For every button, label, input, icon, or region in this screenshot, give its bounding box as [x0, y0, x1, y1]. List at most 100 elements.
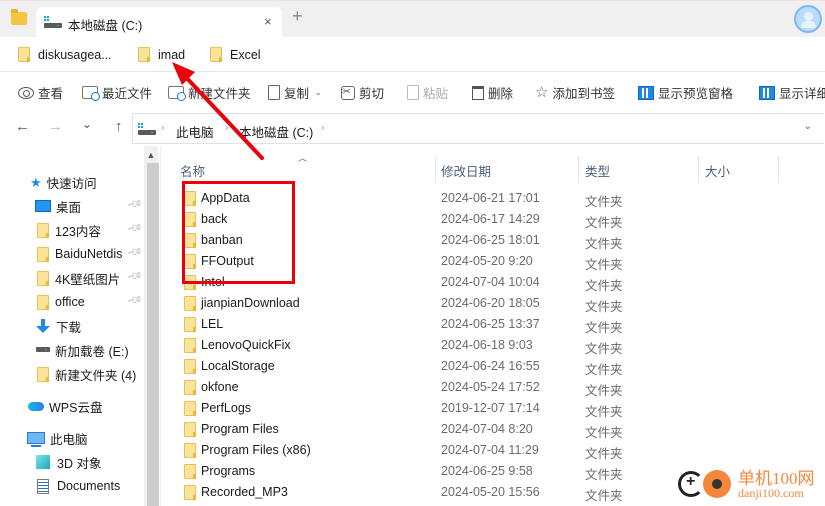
- sidebar-label: 桌面: [56, 200, 82, 215]
- user-avatar[interactable]: [794, 5, 822, 33]
- column-label: 名称: [180, 165, 206, 179]
- file-row[interactable]: Intel 2024-07-04 10:04 文件夹: [162, 272, 825, 293]
- folder-icon: [184, 443, 196, 458]
- file-row[interactable]: banban 2024-06-25 18:01 文件夹: [162, 230, 825, 251]
- details-pane-button[interactable]: 显示详细: [759, 83, 825, 102]
- sidebar-item-4k-wallpaper[interactable]: 4K壁纸图片 📌︎: [0, 267, 144, 289]
- sidebar-label: office: [55, 295, 85, 309]
- recent-files-button[interactable]: 最近文件: [82, 83, 152, 102]
- new-tab-button[interactable]: +: [292, 7, 303, 25]
- bookmark-diskusage[interactable]: diskusagea...: [18, 47, 112, 62]
- add-bookmark-label: 添加到书签: [552, 87, 615, 101]
- file-row[interactable]: back 2024-06-17 14:29 文件夹: [162, 209, 825, 230]
- delete-label: 删除: [488, 87, 514, 101]
- sidebar-scrollbar[interactable]: ▲: [144, 146, 159, 506]
- sidebar-item-drive-e[interactable]: 新加载卷 (E:): [0, 339, 144, 361]
- sidebar-label: WPS云盘: [49, 400, 103, 415]
- pin-icon[interactable]: 📌︎: [126, 292, 143, 308]
- file-row[interactable]: FFOutput 2024-05-20 9:20 文件夹: [162, 251, 825, 272]
- file-modified: 2024-06-20 18:05: [441, 296, 540, 310]
- address-bar[interactable]: › 此电脑 › 本地磁盘 (C:) › ⌄: [132, 113, 824, 144]
- file-type: 文件夹: [585, 405, 623, 419]
- column-header-type[interactable]: 类型: [579, 146, 698, 184]
- sidebar-item-documents[interactable]: Documents: [0, 475, 144, 497]
- file-row[interactable]: AppData 2024-06-21 17:01 文件夹: [162, 188, 825, 209]
- new-folder-button[interactable]: 新建文件夹: [168, 83, 251, 102]
- file-type: 文件夹: [585, 489, 623, 503]
- tab-title: 本地磁盘 (C:): [68, 19, 143, 33]
- sidebar-item-office[interactable]: office 📌︎: [0, 291, 144, 313]
- navigation-pane: ★ 快速访问 桌面 📌︎ 123内容 📌︎ BaiduNetdis 📌︎ 4K壁…: [0, 146, 144, 506]
- file-row[interactable]: PerfLogs 2019-12-07 17:14 文件夹: [162, 398, 825, 419]
- pin-icon[interactable]: 📌︎: [126, 196, 143, 212]
- preview-pane-icon: [638, 85, 654, 100]
- pane-divider[interactable]: [160, 146, 161, 506]
- copy-button[interactable]: 复制 ⌄: [268, 83, 322, 102]
- sidebar-this-pc[interactable]: 此电脑: [0, 427, 144, 449]
- column-header-size[interactable]: 大小: [699, 146, 778, 184]
- folder-icon: [184, 191, 196, 206]
- preview-pane-button[interactable]: 显示预览窗格: [638, 83, 733, 102]
- folder-icon: [184, 233, 196, 248]
- pin-icon[interactable]: 📌︎: [126, 220, 143, 236]
- file-modified: 2024-06-18 9:03: [441, 338, 533, 352]
- column-header-name[interactable]: 名称: [162, 146, 435, 184]
- file-modified: 2019-12-07 17:14: [441, 401, 540, 415]
- file-list: ︿ 名称 修改日期 类型 大小 AppData 2024-06-21 17:01 文…: [162, 146, 825, 506]
- file-row[interactable]: LenovoQuickFix 2024-06-18 9:03 文件夹: [162, 335, 825, 356]
- preview-pane-label: 显示预览窗格: [658, 87, 734, 101]
- sidebar-quick-access[interactable]: ★ 快速访问: [0, 171, 144, 193]
- file-modified: 2024-06-24 16:55: [441, 359, 540, 373]
- delete-button[interactable]: 删除: [472, 83, 513, 102]
- file-name: PerfLogs: [201, 401, 252, 415]
- view-button[interactable]: 查看: [18, 83, 63, 102]
- breadcrumb-local-disk[interactable]: 本地磁盘 (C:): [239, 122, 313, 141]
- new-folder-label: 新建文件夹: [188, 87, 251, 101]
- file-row[interactable]: Program Files 2024-07-04 8:20 文件夹: [162, 419, 825, 440]
- add-bookmark-button[interactable]: ☆ 添加到书签: [535, 83, 615, 102]
- up-button[interactable]: ↑: [115, 119, 123, 134]
- sidebar-wps-cloud[interactable]: WPS云盘: [0, 395, 144, 417]
- cut-button[interactable]: 剪切: [341, 83, 384, 102]
- bookmark-label: Excel: [230, 47, 261, 62]
- file-row[interactable]: LocalStorage 2024-06-24 16:55 文件夹: [162, 356, 825, 377]
- column-label: 修改日期: [441, 165, 492, 179]
- computer-icon: [27, 432, 45, 447]
- scrollbar-thumb[interactable]: [147, 163, 159, 506]
- folder-icon: [184, 254, 196, 269]
- bookmark-excel[interactable]: Excel: [210, 47, 261, 62]
- file-name: back: [201, 212, 228, 226]
- file-row[interactable]: okfone 2024-05-24 17:52 文件夹: [162, 377, 825, 398]
- address-dropdown-icon[interactable]: ⌄: [804, 121, 812, 132]
- file-modified: 2024-06-25 9:58: [441, 464, 533, 478]
- details-pane-label: 显示详细: [779, 87, 825, 101]
- forward-button[interactable]: →: [48, 119, 63, 134]
- 3d-objects-icon: [36, 455, 50, 469]
- breadcrumb-this-pc[interactable]: 此电脑: [176, 122, 214, 141]
- sidebar-item-123[interactable]: 123内容 📌︎: [0, 219, 144, 241]
- column-header-modified[interactable]: 修改日期: [436, 146, 578, 184]
- tab-local-disk-c[interactable]: 本地磁盘 (C:) ×: [36, 7, 282, 38]
- file-name: Program Files: [201, 422, 279, 436]
- bookmark-imad[interactable]: imad: [138, 47, 185, 62]
- sidebar-item-baidunetdisk[interactable]: BaiduNetdis 📌︎: [0, 243, 144, 265]
- sidebar-item-downloads[interactable]: 下载: [0, 315, 144, 337]
- file-modified: 2024-06-25 13:37: [441, 317, 540, 331]
- close-tab-icon[interactable]: ×: [264, 14, 272, 29]
- sidebar-item-new-folder-4[interactable]: 新建文件夹 (4): [0, 363, 144, 385]
- column-resize-handle[interactable]: [778, 156, 779, 183]
- scroll-up-icon[interactable]: ▲: [144, 146, 158, 162]
- sidebar-item-3d-objects[interactable]: 3D 对象: [0, 451, 144, 473]
- file-name: Programs: [201, 464, 256, 478]
- file-name: LenovoQuickFix: [201, 338, 291, 352]
- file-row[interactable]: jianpianDownload 2024-06-20 18:05 文件夹: [162, 293, 825, 314]
- star-icon: ★: [30, 174, 42, 190]
- paste-button[interactable]: 粘贴: [407, 83, 448, 102]
- file-type: 文件夹: [585, 321, 623, 335]
- back-button[interactable]: ←: [15, 119, 30, 134]
- sidebar-item-desktop[interactable]: 桌面 📌︎: [0, 195, 144, 217]
- sidebar-label: 下载: [56, 320, 82, 335]
- file-row[interactable]: LEL 2024-06-25 13:37 文件夹: [162, 314, 825, 335]
- recent-locations-button[interactable]: ⌄: [82, 117, 92, 132]
- file-row[interactable]: Program Files (x86) 2024-07-04 11:29 文件夹: [162, 440, 825, 461]
